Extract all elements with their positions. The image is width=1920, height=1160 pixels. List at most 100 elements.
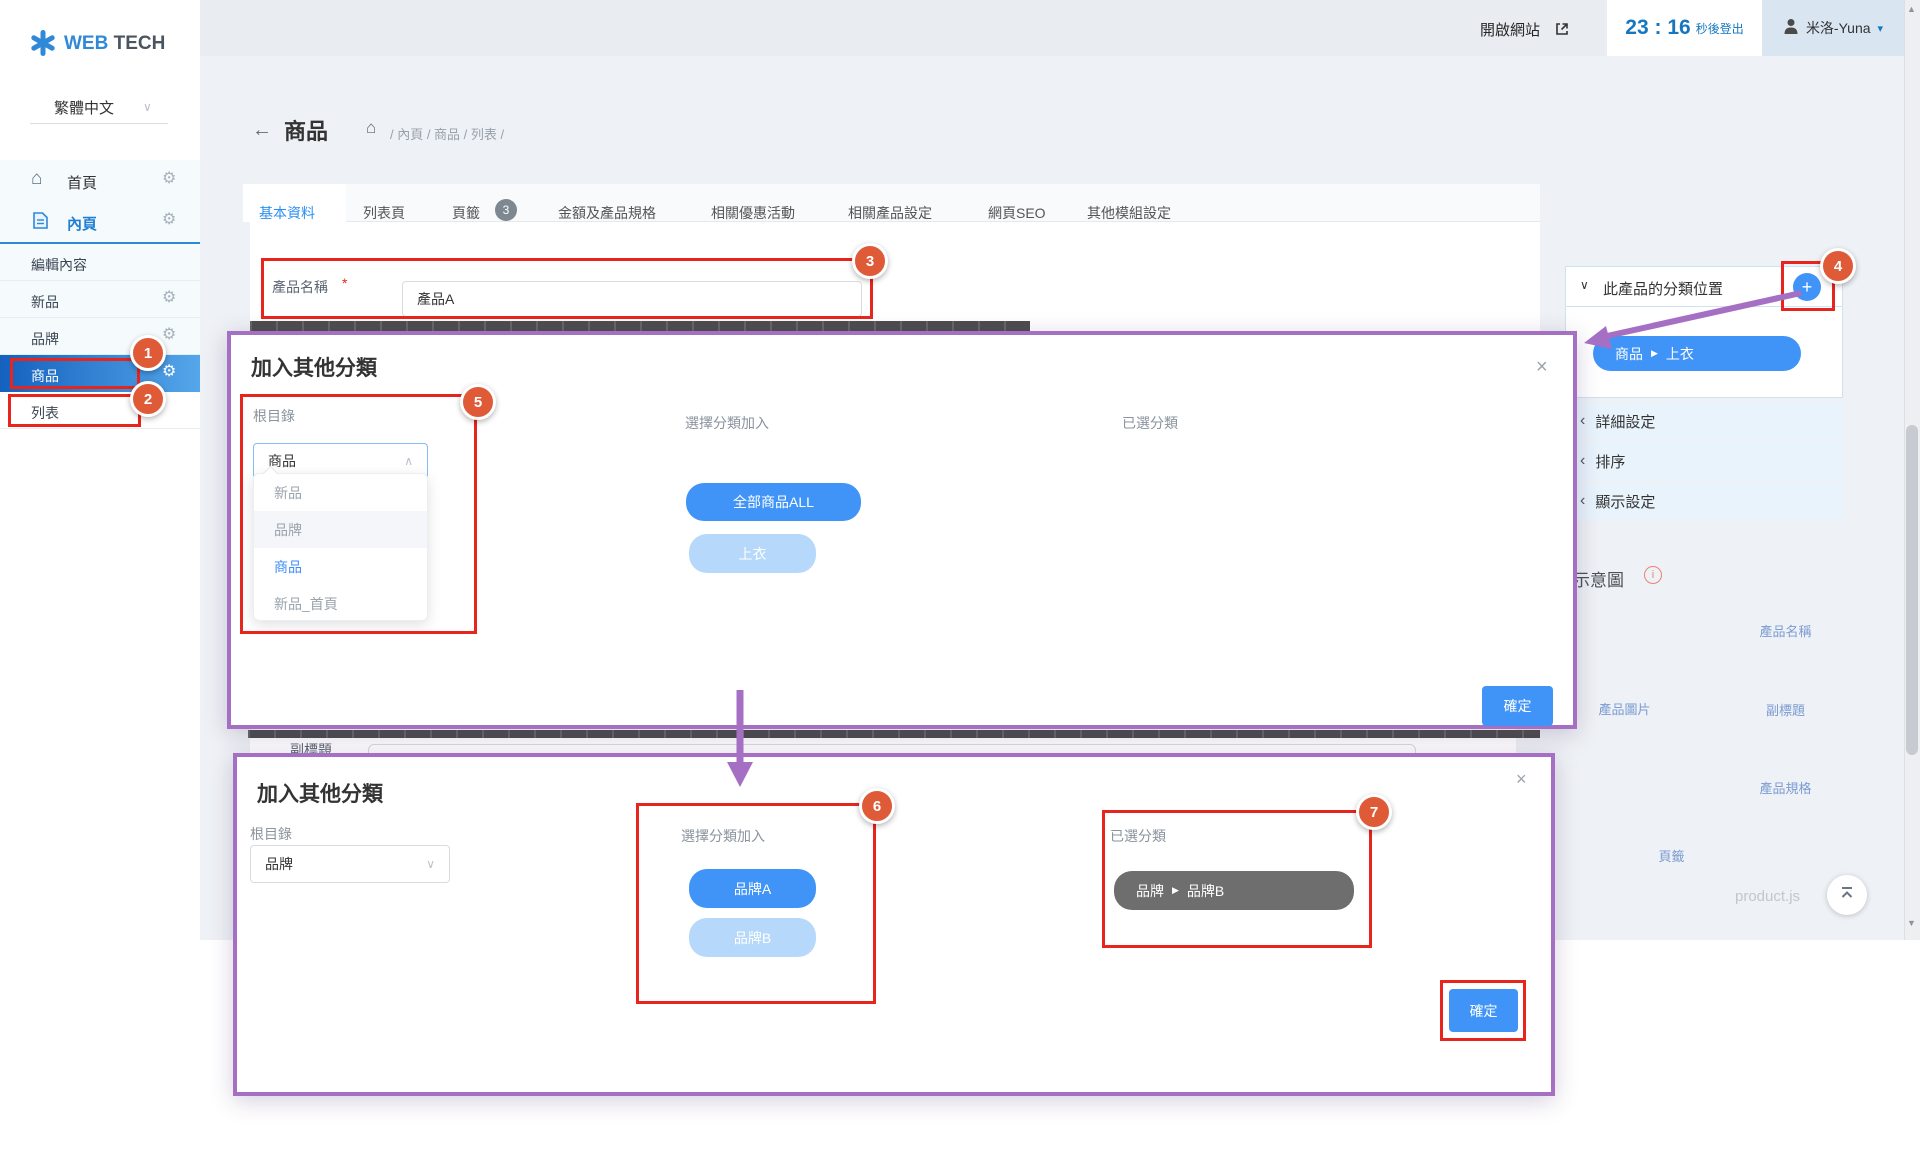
section-detail-settings[interactable]: ‹ 詳細設定 bbox=[1565, 402, 1843, 440]
gear-icon[interactable]: ⚙ bbox=[162, 327, 176, 343]
section-label: 詳細設定 bbox=[1595, 411, 1655, 432]
scroll-to-top-button[interactable] bbox=[1827, 875, 1867, 915]
required-mark: * bbox=[342, 275, 347, 291]
preview-subtitle-block: 副標題 bbox=[1744, 673, 1827, 746]
close-icon[interactable]: × bbox=[1516, 770, 1527, 788]
preview-tabs-block: 頁籤 bbox=[1516, 833, 1827, 877]
scrollbar-thumb[interactable] bbox=[1906, 425, 1918, 755]
chevron-down-icon: ∨ bbox=[143, 100, 152, 114]
open-website-label: 開啟網站 bbox=[1480, 22, 1540, 39]
choose-category-label: 選擇分類加入 bbox=[681, 826, 765, 846]
gear-icon[interactable]: ⚙ bbox=[162, 290, 176, 306]
logo-web: WEB bbox=[64, 33, 108, 54]
select-value: 品牌 bbox=[265, 854, 293, 874]
sidebar-item-label: 新品 bbox=[31, 292, 59, 312]
tab-price-specs[interactable]: 金額及產品規格 bbox=[558, 203, 656, 223]
logo-text: WEB TECH bbox=[64, 33, 165, 55]
gear-icon[interactable]: ⚙ bbox=[162, 171, 176, 187]
block-label: 產品圖片 bbox=[1598, 699, 1650, 718]
dropdown-option-product[interactable]: 商品 bbox=[254, 548, 427, 585]
chevron-left-icon: ‹ bbox=[1580, 452, 1585, 470]
tab-related-products[interactable]: 相關產品設定 bbox=[848, 203, 932, 223]
annotation-badge-1: 1 bbox=[130, 335, 166, 371]
breadcrumb: / 內頁 / 商品 / 列表 / bbox=[390, 124, 504, 143]
dropdown-option-new-home[interactable]: 新品_首頁 bbox=[254, 585, 427, 622]
logo-icon bbox=[30, 30, 56, 61]
selected-category-label: 已選分類 bbox=[1110, 826, 1166, 846]
sidebar-item-label: 首頁 bbox=[67, 172, 97, 193]
section-sorting[interactable]: ‹ 排序 bbox=[1565, 442, 1843, 480]
language-selector[interactable]: 繁體中文 ∨ bbox=[30, 92, 168, 122]
category-panel-title: 此產品的分類位置 bbox=[1603, 278, 1723, 299]
caret-down-icon: ▾ bbox=[1878, 22, 1884, 35]
triangle-right-icon: ▶ bbox=[1651, 348, 1658, 359]
language-label: 繁體中文 bbox=[54, 97, 114, 118]
add-category-button[interactable]: + bbox=[1793, 273, 1821, 301]
annotation-badge-5: 5 bbox=[460, 384, 496, 420]
choice-tops-button[interactable]: 上衣 bbox=[689, 534, 816, 573]
sidebar-item-home[interactable]: ⌂ 首頁 ⚙ bbox=[0, 160, 200, 201]
confirm-button[interactable]: 確定 bbox=[1482, 686, 1553, 726]
timer-suffix: 秒後登出 bbox=[1696, 20, 1744, 37]
sidebar-item-label: 編輯內容 bbox=[31, 255, 87, 275]
editor-toolbar-clipped bbox=[248, 730, 1540, 738]
sidebar-item-brands[interactable]: 品牌 ⚙ bbox=[0, 318, 200, 355]
script-name: product.js bbox=[1735, 888, 1800, 905]
tab-promotions[interactable]: 相關優惠活動 bbox=[711, 203, 795, 223]
block-label: 產品名稱 bbox=[1759, 621, 1811, 640]
sidebar-item-edit-content[interactable]: 編輯內容 bbox=[0, 244, 200, 281]
annotation-badge-4: 4 bbox=[1820, 248, 1856, 284]
choice-brand-b-button[interactable]: 品牌B bbox=[689, 918, 816, 957]
sidebar-item-products[interactable]: 商品 ⚙ bbox=[0, 355, 200, 392]
block-label: 頁籤 bbox=[1658, 846, 1684, 865]
chevron-left-icon: ‹ bbox=[1580, 492, 1585, 510]
confirm-button[interactable]: 確定 bbox=[1449, 989, 1518, 1032]
sidebar-item-label: 商品 bbox=[31, 366, 59, 386]
sidebar-item-inner-pages[interactable]: 內頁 ⚙ bbox=[0, 201, 200, 242]
tab-page-tabs[interactable]: 頁籤 bbox=[452, 203, 480, 223]
gear-icon[interactable]: ⚙ bbox=[162, 364, 176, 380]
sidebar-item-list[interactable]: 列表 bbox=[0, 392, 200, 429]
category-child: 上衣 bbox=[1666, 344, 1694, 364]
collapse-top-icon bbox=[1838, 884, 1856, 907]
category-child: 品牌B bbox=[1187, 881, 1224, 901]
section-label: 顯示設定 bbox=[1595, 491, 1655, 512]
chevron-left-icon: ‹ bbox=[1580, 412, 1585, 430]
category-parent: 品牌 bbox=[1136, 881, 1164, 901]
timer-value: 23 : 16 bbox=[1625, 16, 1690, 40]
tab-other-modules[interactable]: 其他模組設定 bbox=[1087, 203, 1171, 223]
gear-icon[interactable]: ⚙ bbox=[162, 212, 176, 228]
scroll-down-icon[interactable]: ▼ bbox=[1907, 918, 1916, 928]
close-icon[interactable]: × bbox=[1536, 357, 1548, 377]
root-directory-select[interactable]: 品牌 ∨ bbox=[250, 845, 450, 883]
selected-category-tag[interactable]: 商品 ▶ 上衣 bbox=[1593, 336, 1801, 371]
user-icon bbox=[1783, 17, 1799, 40]
selected-category-tag[interactable]: 品牌 ▶ 品牌B bbox=[1114, 871, 1354, 910]
choice-all-products-button[interactable]: 全部商品ALL bbox=[686, 483, 861, 521]
tab-label[interactable]: 基本資料 bbox=[259, 203, 315, 223]
chevron-down-icon: ∨ bbox=[426, 857, 435, 871]
home-breadcrumb-icon[interactable]: ⌂ bbox=[366, 119, 376, 136]
sidebar-item-label: 列表 bbox=[31, 403, 59, 423]
product-name-input[interactable] bbox=[402, 281, 862, 317]
open-website-link[interactable]: 開啟網站 bbox=[1480, 19, 1540, 40]
tab-seo[interactable]: 網頁SEO bbox=[988, 203, 1046, 223]
user-menu[interactable]: 米洛-Yuna ▾ bbox=[1762, 0, 1904, 56]
logout-timer: 23 : 16 秒後登出 bbox=[1607, 0, 1762, 56]
back-arrow-icon[interactable]: ← bbox=[252, 119, 272, 142]
product-name-label: 產品名稱 bbox=[272, 277, 328, 297]
home-icon: ⌂ bbox=[31, 169, 42, 188]
modal-title: 加入其他分類 bbox=[251, 352, 377, 382]
add-category-modal-first: 加入其他分類 × 根目錄 商品 ∧ 新品 品牌 商品 新品_首頁 選擇分類加入 … bbox=[227, 331, 1577, 729]
scroll-up-icon[interactable]: ▲ bbox=[1907, 4, 1916, 14]
choice-brand-a-button[interactable]: 品牌A bbox=[689, 869, 816, 908]
dropdown-option-new[interactable]: 新品 bbox=[254, 474, 427, 511]
preview-product-name-block: 產品名稱 bbox=[1744, 594, 1827, 667]
block-label: 產品規格 bbox=[1759, 778, 1811, 797]
tab-list-page[interactable]: 列表頁 bbox=[363, 203, 405, 223]
root-directory-label: 根目錄 bbox=[253, 406, 295, 426]
document-icon bbox=[33, 212, 48, 234]
dropdown-option-brand[interactable]: 品牌 bbox=[254, 511, 427, 548]
sidebar-item-new-products[interactable]: 新品 ⚙ bbox=[0, 281, 200, 318]
section-display-settings[interactable]: ‹ 顯示設定 bbox=[1565, 482, 1843, 520]
